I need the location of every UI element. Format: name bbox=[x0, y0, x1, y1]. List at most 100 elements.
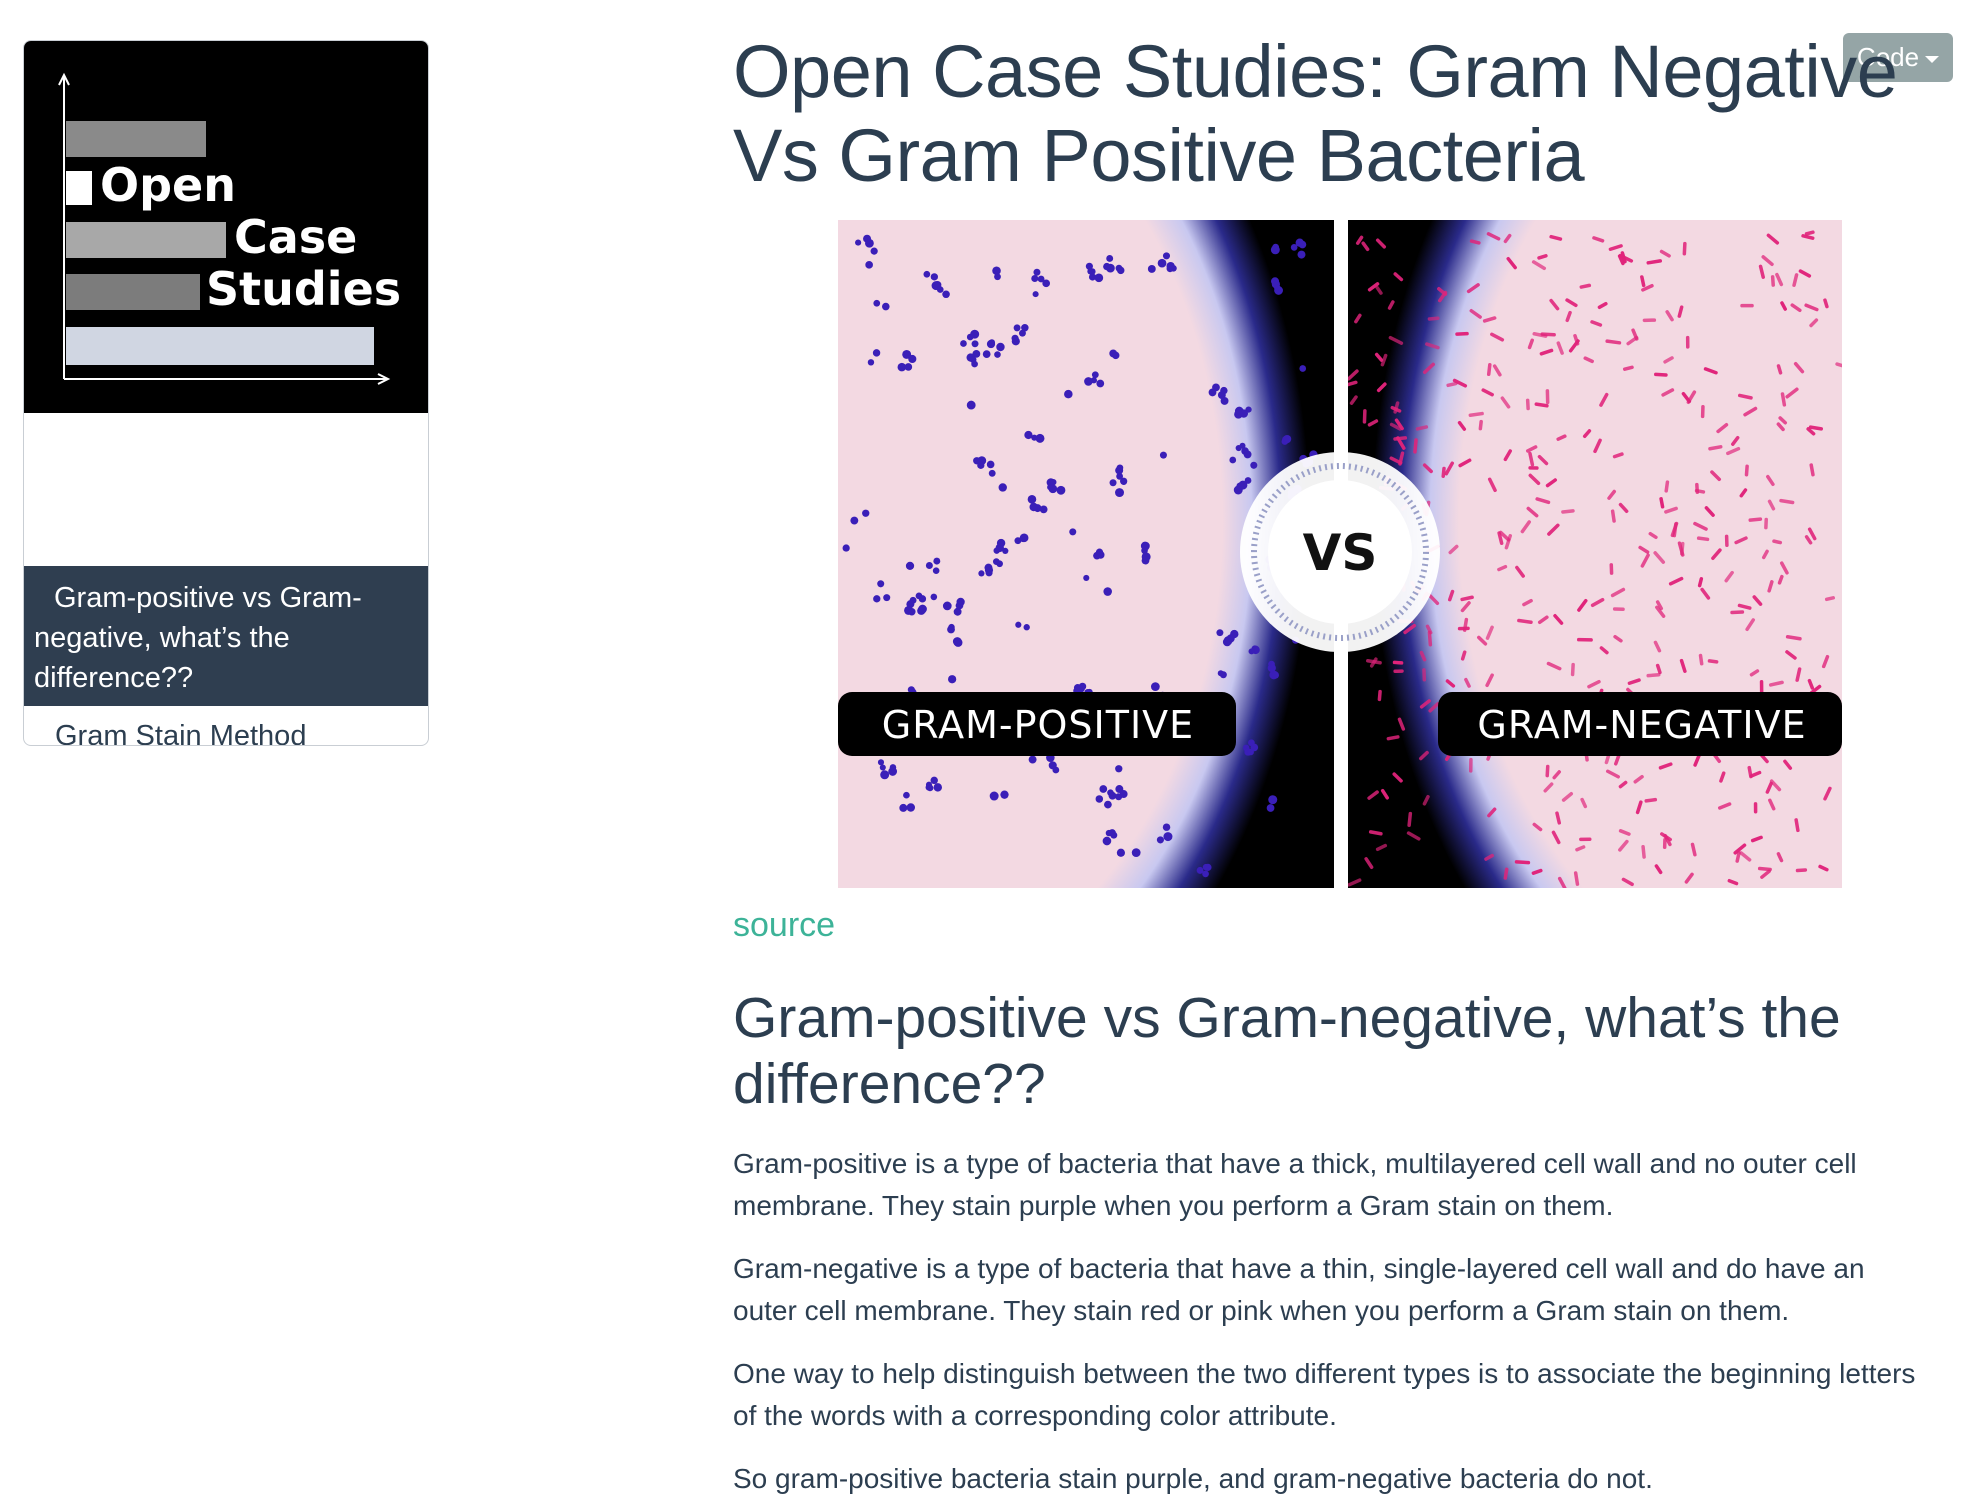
coccus-cell bbox=[1163, 832, 1173, 842]
coccus-cell bbox=[1212, 383, 1220, 392]
coccus-cell bbox=[925, 562, 933, 570]
coccus-cell bbox=[1031, 274, 1039, 283]
page-title: Open Case Studies: Gram Negative Vs Gram… bbox=[733, 30, 1898, 197]
bacillus-cell bbox=[1685, 335, 1690, 349]
bacillus-cell bbox=[1609, 563, 1614, 575]
source-link[interactable]: source bbox=[733, 906, 835, 945]
coccus-cell bbox=[918, 604, 927, 614]
main-content: Open Case Studies: Gram Negative Vs Gram… bbox=[733, 30, 1933, 198]
coccus-cell bbox=[904, 363, 913, 371]
coccus-cell bbox=[1156, 836, 1164, 844]
coccus-cell bbox=[969, 356, 977, 363]
coccus-cell bbox=[988, 339, 996, 346]
bacillus-cell bbox=[1724, 534, 1729, 548]
bacillus-cell bbox=[1730, 610, 1745, 615]
coccus-cell bbox=[977, 461, 985, 469]
coccus-cell bbox=[877, 759, 885, 766]
coccus-cell bbox=[908, 607, 916, 616]
coccus-cell bbox=[872, 349, 881, 357]
coccus-cell bbox=[930, 593, 938, 601]
coccus-cell bbox=[1032, 291, 1039, 298]
coccus-cell bbox=[1162, 823, 1171, 831]
bacillus-cell bbox=[1612, 607, 1625, 611]
coccus-cell bbox=[1048, 761, 1057, 770]
coccus-cell bbox=[1217, 391, 1226, 400]
coccus-cell bbox=[982, 350, 991, 358]
coccus-cell bbox=[1239, 442, 1246, 449]
bacillus-cell bbox=[1468, 757, 1473, 773]
hero-graphic: VS GRAM-POSITIVE GRAM-NEGATIVE bbox=[838, 220, 1842, 888]
coccus-cell bbox=[1056, 485, 1066, 495]
coccus-cell bbox=[1159, 451, 1167, 459]
coccus-cell bbox=[1029, 502, 1038, 512]
coccus-cell bbox=[1248, 648, 1255, 655]
coccus-cell bbox=[1202, 870, 1209, 878]
bacillus-cell bbox=[1528, 466, 1539, 470]
coccus-cell bbox=[1274, 284, 1281, 291]
coccus-cell bbox=[1027, 495, 1037, 504]
coccus-cell bbox=[1250, 461, 1258, 469]
coccus-cell bbox=[986, 460, 995, 469]
coccus-cell bbox=[1028, 755, 1037, 764]
bacillus-cell bbox=[1764, 517, 1768, 530]
paragraph-summary: So gram-positive bacteria stain purple, … bbox=[733, 1463, 1653, 1494]
table-of-contents: Open Case Studies Gram-positive vs Gram-… bbox=[23, 40, 429, 746]
coccus-cell bbox=[947, 625, 955, 634]
bacillus-cell bbox=[1457, 626, 1470, 631]
bacillus-cell bbox=[1700, 405, 1705, 419]
coccus-cell bbox=[1109, 479, 1117, 487]
coccus-cell bbox=[1091, 371, 1099, 379]
coccus-cell bbox=[1013, 324, 1021, 332]
coccus-cell bbox=[1216, 629, 1224, 637]
coccus-cell bbox=[1083, 574, 1090, 582]
coccus-cell bbox=[960, 340, 967, 347]
paragraph-gram-negative: Gram-negative is a type of bacteria that… bbox=[733, 1253, 1865, 1326]
vs-label: VS bbox=[1303, 524, 1378, 582]
coccus-cell bbox=[932, 567, 940, 575]
coccus-cell bbox=[1015, 621, 1022, 628]
toc-item-gram-difference[interactable]: Gram-positive vs Gram-negative, what’s t… bbox=[24, 566, 428, 706]
coccus-cell bbox=[1104, 800, 1112, 809]
coccus-cell bbox=[996, 538, 1006, 548]
coccus-cell bbox=[862, 509, 870, 517]
coccus-cell bbox=[1243, 450, 1252, 459]
coccus-cell bbox=[1120, 478, 1128, 485]
bacillus-cell bbox=[1740, 303, 1754, 308]
coccus-cell bbox=[984, 563, 993, 572]
coccus-cell bbox=[1157, 258, 1167, 268]
coccus-cell bbox=[1299, 365, 1307, 372]
coccus-cell bbox=[1023, 624, 1030, 631]
coccus-cell bbox=[1021, 324, 1029, 332]
coccus-cell bbox=[1270, 245, 1280, 255]
coccus-cell bbox=[1064, 389, 1073, 399]
coccus-cell bbox=[930, 776, 938, 785]
coccus-cell bbox=[1069, 528, 1077, 536]
coccus-cell bbox=[1110, 831, 1118, 839]
coccus-cell bbox=[1102, 836, 1112, 846]
toc-item-gram-stain-method[interactable]: Gram Stain Method bbox=[24, 716, 428, 745]
coccus-cell bbox=[850, 516, 859, 525]
coccus-cell bbox=[1031, 434, 1038, 441]
coccus-cell bbox=[877, 580, 885, 588]
coccus-cell bbox=[1085, 262, 1093, 270]
coccus-cell bbox=[1078, 682, 1087, 691]
coccus-cell bbox=[1116, 848, 1126, 857]
coccus-cell bbox=[930, 273, 939, 281]
coccus-cell bbox=[970, 329, 980, 339]
coccus-cell bbox=[933, 557, 941, 565]
coccus-cell bbox=[1271, 671, 1279, 679]
coccus-cell bbox=[1150, 682, 1160, 691]
coccus-cell bbox=[942, 290, 950, 299]
coccus-cell bbox=[1238, 480, 1248, 490]
coccus-cell bbox=[842, 544, 850, 552]
bacillus-cell bbox=[1682, 241, 1687, 256]
bacillus-cell bbox=[1525, 398, 1530, 411]
coccus-cell bbox=[972, 340, 979, 347]
logo-graphic: Open Case Studies bbox=[58, 72, 401, 385]
coccus-cell bbox=[1271, 277, 1280, 286]
coccus-cell bbox=[918, 595, 927, 603]
coccus-cell bbox=[992, 558, 1000, 566]
coccus-cell bbox=[1096, 379, 1105, 388]
coccus-cell bbox=[1103, 262, 1111, 271]
coccus-cell bbox=[855, 239, 862, 246]
